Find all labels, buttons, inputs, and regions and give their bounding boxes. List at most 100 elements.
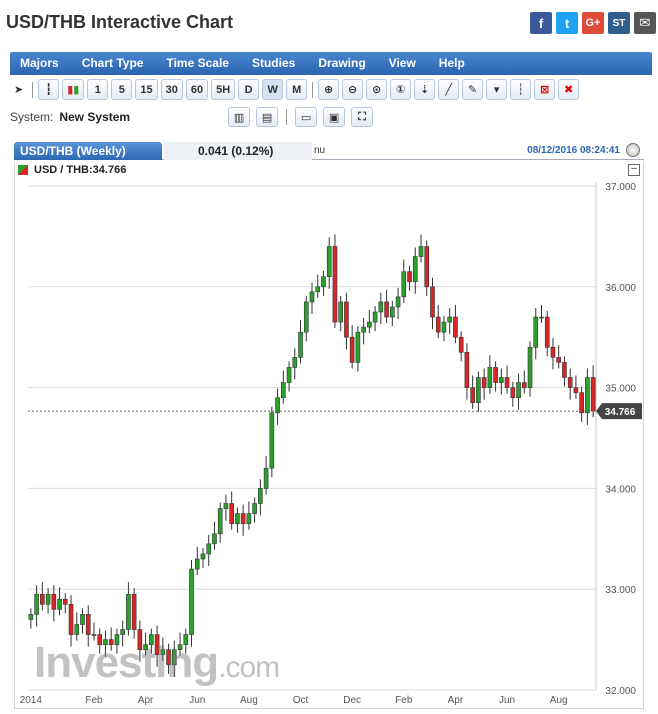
candle-body [372,311,378,323]
logo-brand: Investing [34,638,219,687]
candle-body [407,271,412,283]
y-tick-label: 37.000 [605,182,636,193]
candle-body [298,331,303,358]
candle-body [51,593,57,610]
candle-body [567,377,573,388]
candle-body [189,568,194,635]
investing-logo: Investing.com [34,638,280,688]
candle-body [275,397,280,414]
candle-body [556,357,562,363]
x-tick-label: Oct [293,695,309,706]
candle-body [493,367,498,383]
candle-body [281,382,286,398]
candle-body [470,387,475,404]
candle-body [28,614,34,620]
candle-body [321,276,326,288]
candle-body [476,377,481,404]
candle-body [573,387,579,393]
candle-body [384,301,389,318]
candle-body [424,246,430,288]
candle-body [504,377,510,388]
candle-body [590,377,596,412]
candle-body [240,513,246,524]
candle-body [516,382,521,398]
y-tick-label: 36.000 [605,283,636,294]
x-tick-label: Aug [240,695,258,706]
x-tick-label: Dec [343,695,361,706]
candle-body [68,604,74,635]
candle-body [235,513,240,524]
candle-body [34,593,39,615]
candle-body [378,301,384,313]
price-chart[interactable]: 37.000 36.000 35.000 34.000 33.000 32.000 2014… [0,0,658,714]
candle-body [45,593,51,605]
candle-body [447,316,453,323]
y-tick-label: 35.000 [605,384,636,395]
candle-body [62,598,68,605]
candle-body [390,306,395,318]
candle-body [349,336,355,363]
candle-body [579,392,584,414]
y-tick-label: 34.000 [605,484,636,495]
candle-body [338,301,343,323]
x-tick-label: Feb [395,695,413,706]
chart-legend: USD / THB:34.766 [18,164,126,176]
candle-body [585,377,590,414]
candle-body [464,352,470,388]
candle-body [521,382,527,388]
candle-body [223,503,229,509]
candle-body [309,291,315,303]
candle-body [80,614,85,625]
candle-body [212,533,217,545]
candle-body [120,629,125,635]
candle-body [332,246,338,323]
candle-body [412,256,418,283]
candle-body [194,558,200,570]
legend-text: USD / THB:34.766 [34,164,127,176]
x-tick-label: Aug [550,695,568,706]
candle-body [544,316,550,348]
y-tick-label: 33.000 [605,585,636,596]
x-tick-label: 2014 [20,695,43,706]
candle-body [533,316,539,348]
candle-body [458,336,464,353]
candle-body [40,593,45,605]
candle-body [344,301,349,338]
candle-body [85,614,91,635]
last-price-label: 34.766 [605,407,636,418]
x-tick-label: Apr [138,695,154,706]
candle-body [550,346,556,358]
candle-body [91,634,97,636]
candle-body [361,326,366,333]
candle-body [258,488,263,504]
minimize-icon[interactable]: – [628,164,640,176]
x-tick-label: Apr [448,695,464,706]
candle-body [263,467,269,489]
candle-body [315,286,321,293]
candle-body [401,271,407,298]
candle-body [355,331,361,363]
candle-body [326,246,332,278]
candle-body [292,357,298,368]
candle-body [562,362,567,378]
candle-body [527,346,533,388]
candle-body [229,503,234,524]
x-tick-label: Jun [499,695,515,706]
logo-suffix: .com [218,651,280,684]
candle-body [246,513,252,524]
candle-body [487,367,493,388]
candle-body [435,316,441,333]
candle-body [200,553,206,560]
candle-body [418,246,424,257]
candle-body [453,316,458,338]
candle-body [303,301,309,333]
legend-swatch-icon [18,165,28,175]
x-tick-label: Feb [85,695,103,706]
x-tick-label: Jun [189,695,205,706]
candle-body [367,321,372,328]
candle-body [499,377,504,383]
candle-body [206,543,212,555]
candle-body [74,624,80,635]
candle-body [395,296,401,308]
candle-body [430,286,435,318]
